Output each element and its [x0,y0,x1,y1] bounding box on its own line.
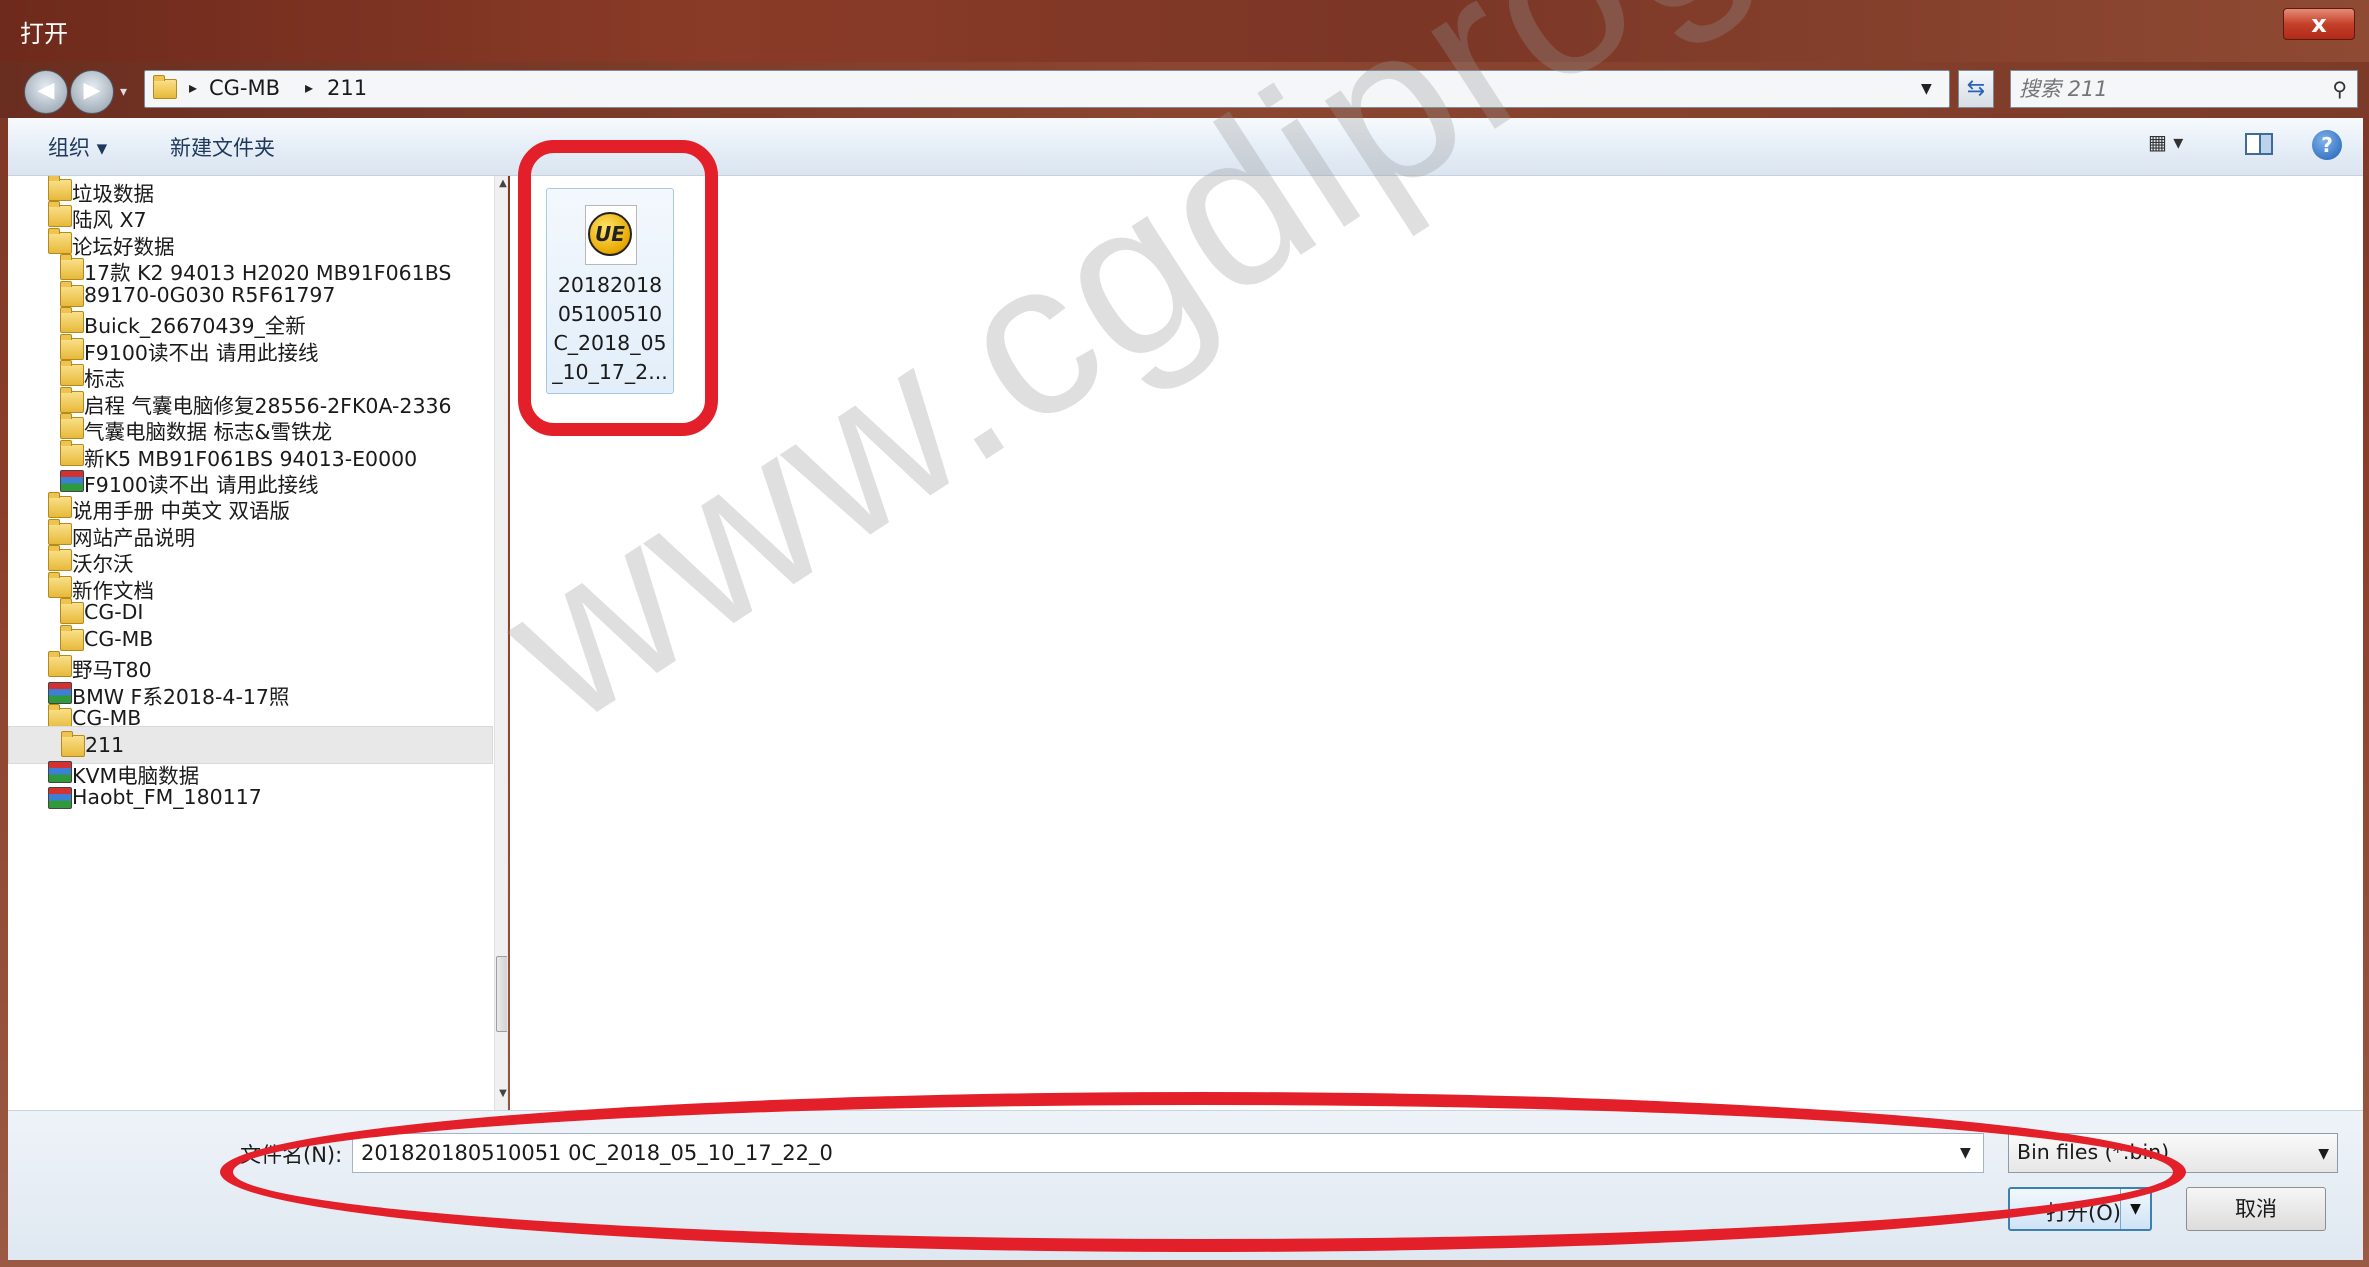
chevron-down-icon[interactable]: ▼ [1960,1145,1971,1161]
address-bar[interactable]: ▸ CG-MB ▸ 211 ▼ [144,70,1950,108]
close-icon: x [2311,10,2327,38]
forward-button[interactable]: ▶ [70,70,114,114]
breadcrumb-cg-mb[interactable]: CG-MB [209,76,280,100]
file-name-line: 05100510 [557,302,663,326]
file-name-line: 20182018 [557,273,663,297]
preview-pane-icon [2245,133,2273,155]
address-row: ◀ ▶ ▾ ▸ CG-MB ▸ 211 ▼ ⇆ ⚲ [0,62,2369,118]
filetype-value: Bin files (*.bin) [2017,1140,2170,1164]
help-icon: ? [2321,133,2333,157]
search-icon[interactable]: ⚲ [2332,77,2347,101]
organize-button[interactable]: 组织 ▾ [48,132,107,162]
toolbar: 组织 ▾ 新建文件夹 ▦ ▾ ? [8,118,2363,176]
refresh-icon: ⇆ [1966,76,1986,101]
nav-scrollbar[interactable]: ▲ ▼ [494,176,507,1110]
tree-item-label: Haobt_FM_180117 [72,785,262,810]
breadcrumb-separator-icon[interactable]: ▸ [189,78,197,97]
filetype-select[interactable]: Bin files (*.bin) ▼ [2008,1133,2338,1173]
scroll-thumb[interactable] [496,956,507,1032]
back-button[interactable]: ◀ [24,70,68,114]
title-bar: 打开 x [0,0,2369,62]
close-button[interactable]: x [2283,8,2355,40]
scroll-up-icon[interactable]: ▲ [495,178,507,189]
bottom-panel: 文件名(N): ▼ Bin files (*.bin) ▼ 打开(O) ▼ 取消 [8,1110,2363,1260]
cancel-button[interactable]: 取消 [2186,1187,2326,1231]
breadcrumb-211[interactable]: 211 [327,76,367,100]
recent-locations-dropdown[interactable]: ▾ [120,84,127,100]
file-list-pane[interactable]: UE 20182018 05100510 C_2018_05 _10_17_2.… [510,176,2363,1110]
arrow-left-icon: ◀ [37,78,55,103]
search-input[interactable] [2019,77,2309,101]
breadcrumb-separator-icon[interactable]: ▸ [305,78,313,97]
preview-pane-button[interactable] [2244,130,2276,162]
dialog-window: 打开 x ◀ ▶ ▾ ▸ CG-MB ▸ 211 ▼ ⇆ ⚲ 组织 ▾ 新建文件… [0,0,2369,1267]
open-button-label: 打开(O) [2046,1201,2121,1225]
scroll-down-icon[interactable]: ▼ [495,1088,507,1099]
view-grid-icon: ▦ ▾ [2148,130,2184,154]
filename-label: 文件名(N): [240,1143,343,1167]
rar-archive-icon [48,787,72,810]
filename-input[interactable] [352,1133,1984,1173]
file-name-line: _10_17_2... [552,360,668,384]
navigation-pane[interactable]: 垃圾数据 陆风 X7 论坛好数据 17款 K2 94013 H2020 MB91F06… [8,176,508,1110]
new-folder-button[interactable]: 新建文件夹 [170,132,275,162]
change-view-button[interactable]: ▦ ▾ [2148,130,2208,162]
window-title: 打开 [20,20,68,48]
folder-icon [153,75,177,99]
open-button[interactable]: 打开(O) ▼ [2008,1187,2152,1231]
arrow-right-icon: ▶ [83,78,101,103]
chevron-down-icon: ▼ [2318,1146,2329,1162]
help-button[interactable]: ? [2312,130,2342,160]
file-item[interactable]: UE 20182018 05100510 C_2018_05 _10_17_2.… [546,188,674,394]
ultraedit-file-icon: UE [585,205,637,265]
search-box[interactable]: ⚲ [2010,70,2358,108]
chevron-down-icon[interactable]: ▼ [1921,81,1932,97]
open-split-dropdown[interactable]: ▼ [2120,1189,2150,1229]
tree-item[interactable]: Haobt_FM_180117 [8,779,493,817]
file-name-line: C_2018_05 [553,331,667,355]
ue-logo-icon: UE [588,212,632,256]
refresh-button[interactable]: ⇆ [1958,70,1994,108]
